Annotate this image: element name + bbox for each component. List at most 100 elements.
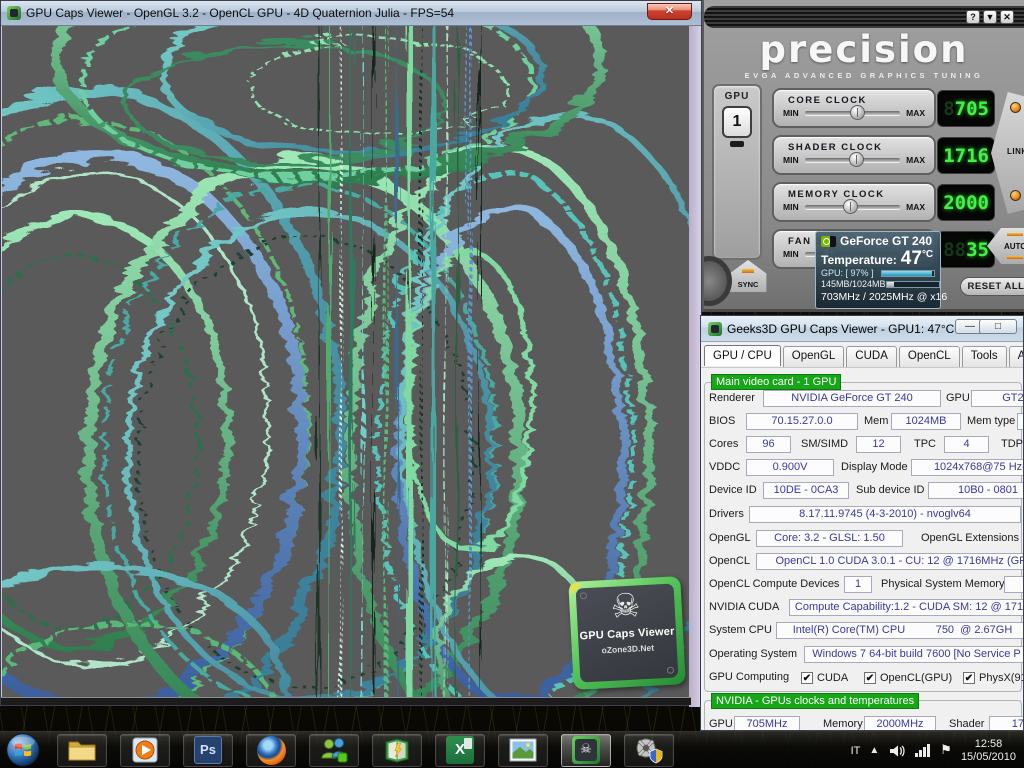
volume-icon[interactable] bbox=[888, 743, 905, 759]
gl-titlebar[interactable]: GPU Caps Viewer - OpenGL 3.2 - OpenCL GP… bbox=[1, 1, 701, 26]
opencl-checkbox[interactable]: ✔ OpenCL(GPU) bbox=[864, 669, 952, 686]
taskbar-reader-button[interactable] bbox=[372, 734, 422, 767]
tab-opengl[interactable]: OpenGL bbox=[783, 346, 844, 367]
gpu-caps-icon: ☠ bbox=[572, 736, 600, 764]
shader-clock-slider[interactable] bbox=[805, 158, 901, 162]
memtype-label: Mem type bbox=[967, 413, 1015, 430]
gpu-computing-label: GPU Computing bbox=[709, 669, 789, 686]
opencl-devices-label: OpenCL Compute Devices bbox=[709, 576, 839, 593]
gl-window-title: GPU Caps Viewer - OpenGL 3.2 - OpenCL GP… bbox=[26, 6, 454, 20]
slider-knob[interactable] bbox=[843, 199, 858, 214]
tpc-value: 4 bbox=[944, 436, 989, 453]
tab-about[interactable]: About bbox=[1009, 346, 1024, 367]
collapse-button[interactable]: ▼ bbox=[983, 10, 997, 24]
min-label: MIN bbox=[783, 108, 799, 118]
taskbar-photo-viewer-button[interactable] bbox=[498, 734, 548, 767]
opencl-label: OpenCL bbox=[709, 553, 750, 570]
sm-simd-value: 12 bbox=[856, 436, 901, 453]
media-player-icon bbox=[130, 735, 160, 765]
physx-checkbox[interactable]: ✔ PhysX(9100 bbox=[963, 669, 1024, 686]
gpu-usage-bar bbox=[881, 270, 935, 277]
sub-device-id-value: 10B0 - 0801 bbox=[928, 482, 1024, 499]
tray-time: 12:58 bbox=[961, 738, 1016, 751]
messenger-icon bbox=[319, 736, 349, 764]
device-id-value: 10DE - 0CA3 bbox=[763, 482, 849, 499]
clock-gpu-label: GPU bbox=[709, 716, 733, 731]
operating-system-value: Windows 7 64-bit build 7600 [No Service … bbox=[804, 646, 1024, 663]
taskbar-firefox-button[interactable] bbox=[246, 734, 296, 767]
slider-knob[interactable] bbox=[850, 105, 865, 120]
taskbar-excel-button[interactable]: X bbox=[435, 734, 485, 767]
system-tray: IT ▲ ⚑ 12:58 15/05/2010 bbox=[851, 732, 1020, 768]
caps-titlebar[interactable]: Geeks3D GPU Caps Viewer - GPU1: 47°C — □ bbox=[701, 316, 1023, 342]
min-label: MIN bbox=[783, 155, 799, 165]
help-button[interactable]: ? bbox=[966, 10, 980, 24]
close-button[interactable]: ✕ bbox=[647, 3, 692, 20]
min-label: MIN bbox=[783, 202, 799, 212]
slider-knob[interactable] bbox=[849, 152, 864, 167]
show-hidden-icons-button[interactable]: ▲ bbox=[869, 745, 879, 756]
link-led-bottom bbox=[1010, 190, 1021, 201]
tab-gpu-cpu[interactable]: GPU / CPU bbox=[704, 345, 781, 366]
watermark-title: GPU Caps Viewer bbox=[578, 625, 676, 642]
action-center-flag-icon[interactable]: ⚑ bbox=[940, 743, 952, 758]
photo-viewer-icon bbox=[508, 737, 538, 763]
physx-checkbox-label: PhysX(9100 bbox=[979, 672, 1024, 684]
window-border-bottom bbox=[1, 697, 691, 705]
gpu-caps-watermark-chip: ☠ GPU Caps Viewer oZone3D.Net bbox=[568, 576, 685, 690]
tdp-label: TDP bbox=[1001, 436, 1023, 453]
memory-clock-slider[interactable] bbox=[805, 205, 901, 209]
auto-label: AUTO bbox=[1004, 242, 1024, 251]
utility-shield-icon bbox=[634, 736, 664, 764]
opengl-viewport: ☠ GPU Caps Viewer oZone3D.Net bbox=[2, 26, 691, 699]
gpu-caps-viewer-window: Geeks3D GPU Caps Viewer - GPU1: 47°C — □… bbox=[700, 315, 1024, 731]
sync-button[interactable]: SYNC bbox=[728, 260, 768, 292]
network-icon[interactable] bbox=[914, 743, 931, 758]
opengl-extensions-button[interactable]: OpenGL Extensions bbox=[921, 530, 1019, 547]
cuda-checkbox[interactable]: ✔ CUDA bbox=[801, 669, 848, 686]
shader-clock-label: SHADER CLOCK bbox=[774, 137, 934, 153]
gpu-value: GT21 bbox=[971, 390, 1024, 407]
taskbar-explorer-button[interactable] bbox=[57, 734, 107, 767]
device-id-label: Device ID bbox=[709, 482, 757, 499]
physical-memory-label: Physical System Memory bbox=[881, 576, 1004, 593]
tab-tools[interactable]: Tools bbox=[962, 346, 1007, 367]
gpu-1-button[interactable]: 1 bbox=[722, 106, 752, 138]
taskbar-messenger-button[interactable] bbox=[309, 734, 359, 767]
nvidia-cuda-value: Compute Capability:1.2 - CUDA SM: 12 @ 1… bbox=[789, 599, 1024, 616]
start-button[interactable] bbox=[2, 732, 44, 768]
maximize-button[interactable]: □ bbox=[979, 319, 1017, 334]
opencl-checkbox-label: OpenCL(GPU) bbox=[880, 672, 952, 684]
core-clock-slider[interactable] bbox=[805, 111, 901, 115]
gpu-caps-app-icon bbox=[708, 322, 722, 336]
taskbar-photoshop-button[interactable]: Ps bbox=[183, 734, 233, 767]
taskbar-utility-button[interactable] bbox=[624, 734, 674, 767]
core-clock-readout: 8705 bbox=[937, 90, 995, 127]
physical-memory-value: 20 bbox=[1004, 576, 1024, 593]
taskbar-media-player-button[interactable] bbox=[120, 734, 170, 767]
display-mode-value: 1024x768@75 Hz-32 bbox=[911, 459, 1024, 476]
reset-all-button[interactable]: RESET ALL bbox=[960, 277, 1024, 296]
link-button[interactable]: LINK bbox=[991, 92, 1024, 214]
vddc-value: 0.900V bbox=[746, 459, 834, 476]
caps-body: Main video card - 1 GPU Renderer NVIDIA … bbox=[701, 368, 1023, 731]
tray-clock[interactable]: 12:58 15/05/2010 bbox=[961, 738, 1020, 764]
language-indicator[interactable]: IT bbox=[851, 745, 861, 757]
clocks-group-label: NVIDIA - GPUs clocks and temperatures bbox=[711, 693, 919, 709]
max-label: MAX bbox=[906, 202, 925, 212]
tab-opencl[interactable]: OpenCL bbox=[899, 346, 960, 367]
checkmark-icon: ✔ bbox=[963, 672, 975, 684]
close-button[interactable]: ✕ bbox=[1000, 10, 1014, 24]
checkmark-icon: ✔ bbox=[864, 672, 876, 684]
cores-label: Cores bbox=[709, 436, 738, 453]
bios-value: 70.15.27.0.0 bbox=[746, 413, 858, 430]
core-clock-group: CORE CLOCK MIN MAX bbox=[772, 88, 936, 128]
tab-cuda[interactable]: CUDA bbox=[846, 346, 897, 367]
clock-memory-value: 2000MHz bbox=[864, 716, 936, 731]
gpu-label: GPU bbox=[946, 390, 970, 407]
memtype-value: GD bbox=[1017, 413, 1024, 430]
min-label: MIN bbox=[783, 249, 799, 259]
cuda-checkbox-label: CUDA bbox=[817, 672, 848, 684]
taskbar-gpu-caps-button[interactable]: ☠ bbox=[561, 734, 611, 767]
explorer-folder-icon bbox=[67, 737, 97, 763]
